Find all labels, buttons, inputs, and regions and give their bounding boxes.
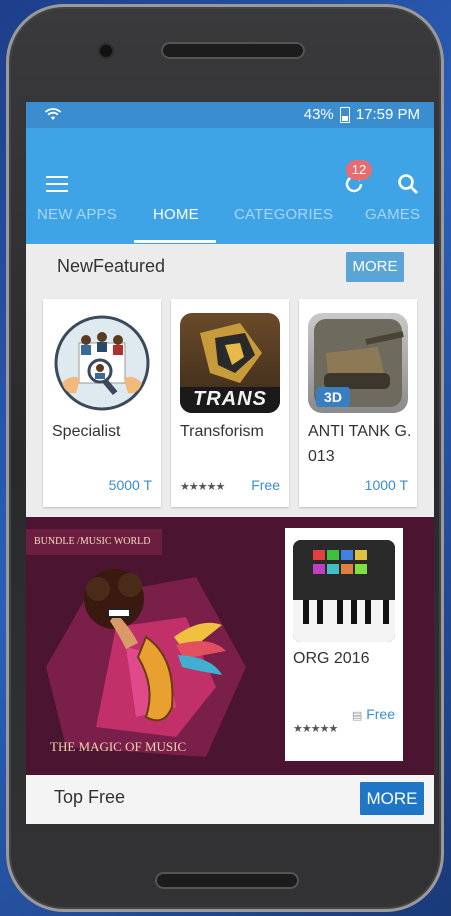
tab-home[interactable]: HOME bbox=[153, 206, 199, 223]
app-card-specialist[interactable]: Specialist 5000 T bbox=[43, 299, 161, 507]
banner-tag: BUNDLE /MUSIC WORLD bbox=[26, 529, 163, 555]
battery-percent: 43% bbox=[303, 106, 334, 123]
new-featured-more-button[interactable]: MORE bbox=[346, 252, 404, 282]
app-name: Specialist bbox=[52, 423, 121, 440]
anti-tank-app-icon: 3D bbox=[308, 313, 408, 413]
rating-stars: ★★★★★ bbox=[180, 481, 225, 493]
top-free-section: Top Free MORE bbox=[26, 775, 434, 824]
transforism-icon-text: TRANS bbox=[193, 388, 267, 410]
wifi-icon bbox=[44, 108, 62, 120]
tab-categories[interactable]: CATEGORIES bbox=[234, 206, 333, 223]
app-card-org-2016[interactable]: ORG 2016 ▤ Free ★★★★★ bbox=[285, 528, 403, 761]
app-name: ANTI TANK G. 013 bbox=[308, 423, 412, 465]
app-card-transforism[interactable]: TRANS Transforism ★★★★★ Free bbox=[171, 299, 289, 507]
status-bar: 43% 17:59 PM bbox=[26, 102, 434, 128]
app-price: Free bbox=[251, 477, 280, 493]
app-bar: 12 NEW APPS HOME CATEGORIES GAMES bbox=[26, 128, 434, 244]
transforism-app-icon: TRANS bbox=[180, 313, 280, 413]
specialist-app-icon bbox=[54, 315, 150, 411]
org-2016-app-icon bbox=[293, 540, 395, 642]
app-screen: 43% 17:59 PM 12 NEW APPS HOME CATEGORIES… bbox=[26, 102, 434, 824]
battery-icon bbox=[339, 106, 350, 123]
active-tab-indicator bbox=[134, 240, 216, 243]
app-name: ORG 2016 bbox=[293, 650, 370, 667]
search-icon[interactable] bbox=[396, 172, 420, 196]
tab-games[interactable]: GAMES bbox=[365, 206, 420, 223]
top-free-more-button[interactable]: MORE bbox=[360, 782, 424, 815]
clock: 17:59 PM bbox=[355, 106, 420, 123]
app-price: 5000 T bbox=[108, 477, 152, 493]
banner-caption: THE MAGIC OF MUSIC bbox=[50, 739, 187, 754]
anti-tank-icon-text: 3D bbox=[316, 387, 350, 407]
app-price: ▤ Free bbox=[352, 706, 395, 722]
notification-badge[interactable]: 12 bbox=[346, 160, 372, 180]
new-featured-title: NewFeatured bbox=[57, 256, 166, 276]
bottom-speaker bbox=[155, 872, 299, 889]
app-card-anti-tank[interactable]: 3D ANTI TANK G. 013 1000 T bbox=[299, 299, 417, 507]
tab-new-apps[interactable]: NEW APPS bbox=[37, 206, 117, 223]
app-price: 1000 T bbox=[364, 477, 408, 493]
piano-keyboard-icon bbox=[293, 540, 395, 642]
app-name: Transforism bbox=[180, 423, 264, 440]
top-free-title: Top Free bbox=[54, 787, 126, 807]
rating-stars: ★★★★★ bbox=[293, 723, 338, 735]
front-camera bbox=[100, 45, 112, 57]
app-price-text: Free bbox=[366, 706, 395, 722]
menu-icon[interactable] bbox=[46, 176, 68, 192]
tab-bar: NEW APPS HOME CATEGORIES GAMES bbox=[26, 204, 434, 244]
storage-icon: ▤ bbox=[351, 710, 363, 722]
earpiece-speaker bbox=[161, 42, 305, 59]
